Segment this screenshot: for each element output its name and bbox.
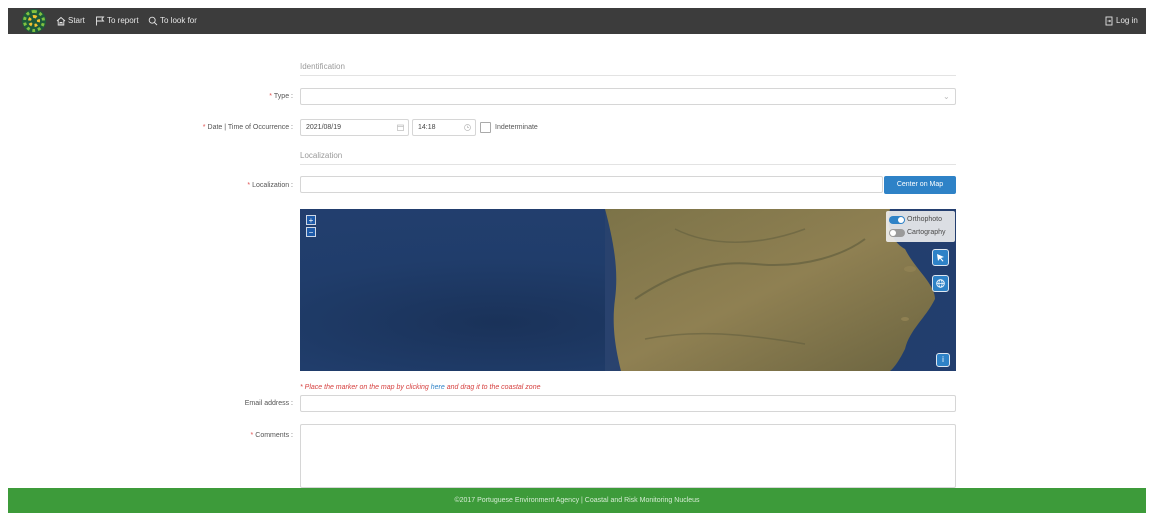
zoom-in-button[interactable]: + <box>306 215 316 225</box>
flag-icon <box>96 16 105 26</box>
date-time-label: * Date | Time of Occurrence : <box>202 124 293 131</box>
map-viewer[interactable]: + − i <box>300 209 956 371</box>
indeterminate-label: Indeterminate <box>495 124 538 131</box>
chevron-down-icon: ⌄ <box>943 92 950 101</box>
info-button[interactable]: i <box>936 353 950 367</box>
email-label: Email address : <box>244 400 293 407</box>
login-icon <box>1105 16 1113 26</box>
toggle-cartography[interactable] <box>889 229 905 237</box>
layer-orthophoto-label: Orthophoto <box>907 216 943 223</box>
nav-start-label: Start <box>68 16 85 25</box>
zoom-out-button[interactable]: − <box>306 227 316 237</box>
required-marker: * <box>247 182 251 189</box>
layer-switcher: Orthophoto Cartography <box>886 211 955 242</box>
comments-textarea[interactable] <box>300 424 956 488</box>
email-input[interactable] <box>300 395 956 412</box>
clock-icon[interactable] <box>464 124 471 131</box>
layer-cartography-label: Cartography <box>907 229 946 236</box>
required-marker: * <box>250 432 254 439</box>
search-icon <box>148 16 158 26</box>
top-navigation-bar: Start To report To look for Log in <box>8 8 1146 34</box>
globe-icon <box>936 279 945 288</box>
type-select[interactable] <box>300 88 956 105</box>
comments-label: * Comments : <box>250 432 293 439</box>
section-localization-title: Localization <box>300 151 956 165</box>
section-identification-title: Identification <box>300 62 956 76</box>
nav-to-report-label: To report <box>107 16 139 25</box>
date-input[interactable]: 2021/08/19 <box>300 119 409 136</box>
marker-tool-icon <box>937 254 944 262</box>
required-marker: * <box>202 124 206 131</box>
indeterminate-checkbox[interactable] <box>480 122 491 133</box>
hint-here-link[interactable]: here <box>431 384 445 391</box>
home-icon <box>56 16 66 26</box>
nav-login-label: Log in <box>1116 16 1138 25</box>
globe-button[interactable] <box>932 275 949 292</box>
toggle-orthophoto[interactable] <box>889 216 905 224</box>
type-label: * Type : <box>269 93 293 100</box>
nav-to-look-for-label: To look for <box>160 16 197 25</box>
footer: ©2017 Portuguese Environment Agency | Co… <box>8 488 1146 513</box>
marker-tool-button[interactable] <box>932 249 949 266</box>
localization-label: * Localization : <box>247 182 293 189</box>
center-on-map-button[interactable]: Center on Map <box>884 176 956 194</box>
required-marker: * <box>269 93 272 100</box>
localization-input[interactable] <box>300 176 883 193</box>
info-icon: i <box>942 355 944 364</box>
calendar-icon[interactable] <box>397 124 404 131</box>
map-hint: * Place the marker on the map by clickin… <box>300 384 541 391</box>
logo[interactable] <box>22 9 46 33</box>
